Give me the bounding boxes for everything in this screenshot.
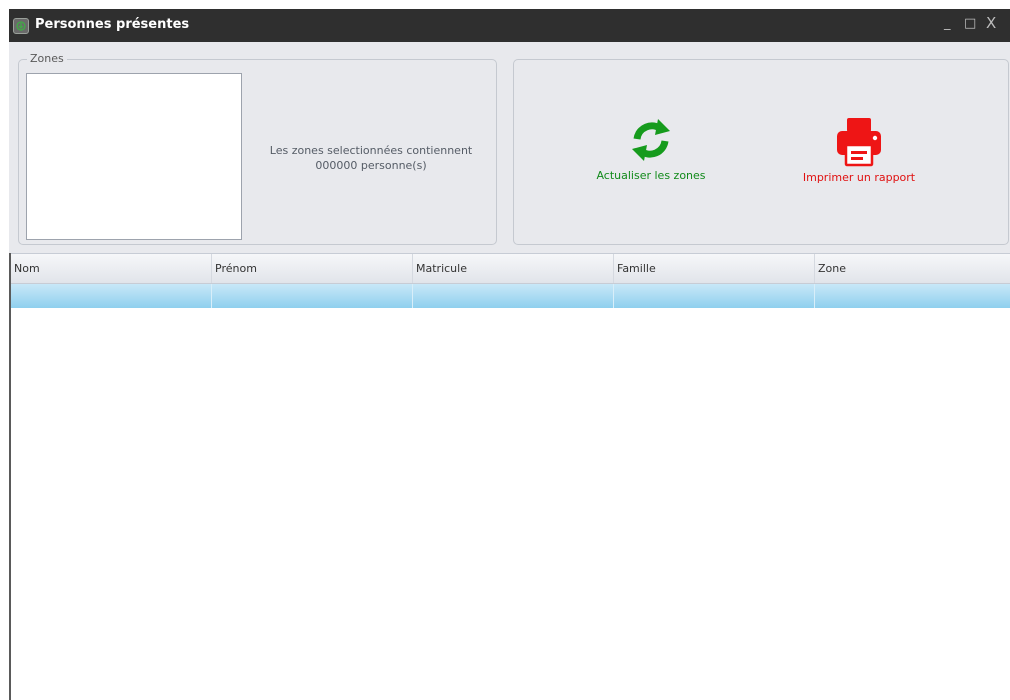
zones-legend: Zones bbox=[27, 52, 67, 65]
refresh-zones-button[interactable]: Actualiser les zones bbox=[566, 115, 736, 182]
refresh-icon bbox=[632, 119, 670, 161]
row-cell[interactable] bbox=[11, 284, 212, 308]
zones-listbox[interactable] bbox=[26, 73, 242, 240]
row-cell[interactable] bbox=[815, 284, 1010, 308]
column-header-nom[interactable]: Nom bbox=[11, 254, 212, 283]
maximize-button[interactable]: □ bbox=[964, 16, 976, 32]
persons-grid[interactable]: Nom Prénom Matricule Famille Zone bbox=[9, 253, 1010, 700]
window-title: Personnes présentes bbox=[35, 17, 190, 32]
selected-table-row[interactable] bbox=[11, 284, 1010, 308]
column-header-matricule[interactable]: Matricule bbox=[413, 254, 614, 283]
refresh-zones-label: Actualiser les zones bbox=[596, 169, 706, 182]
column-header-zone[interactable]: Zone bbox=[815, 254, 1010, 283]
minimize-button[interactable]: _ bbox=[944, 16, 951, 32]
zones-person-count: 000000 personne(s) bbox=[315, 159, 427, 172]
row-cell[interactable] bbox=[614, 284, 815, 308]
printer-icon bbox=[837, 118, 881, 167]
app-icon bbox=[13, 18, 29, 34]
row-cell[interactable] bbox=[212, 284, 413, 308]
print-report-button[interactable]: Imprimer un rapport bbox=[774, 115, 944, 184]
zones-count-info: Les zones selectionnées contiennent 0000… bbox=[252, 143, 490, 173]
row-cell[interactable] bbox=[413, 284, 614, 308]
zones-groupbox: Zones Les zones selectionnées contiennen… bbox=[18, 52, 497, 245]
window-titlebar: Personnes présentes _ □ X bbox=[9, 9, 1010, 42]
column-header-famille[interactable]: Famille bbox=[614, 254, 815, 283]
close-button[interactable]: X bbox=[986, 15, 996, 31]
top-panel: Zones Les zones selectionnées contiennen… bbox=[9, 42, 1010, 253]
print-report-label: Imprimer un rapport bbox=[802, 171, 916, 184]
zones-info-line1: Les zones selectionnées contiennent bbox=[269, 144, 473, 157]
grid-header: Nom Prénom Matricule Famille Zone bbox=[11, 253, 1010, 284]
column-header-prenom[interactable]: Prénom bbox=[212, 254, 413, 283]
actions-groupbox: Actualiser les zones Imprimer un rapport bbox=[513, 59, 1009, 245]
